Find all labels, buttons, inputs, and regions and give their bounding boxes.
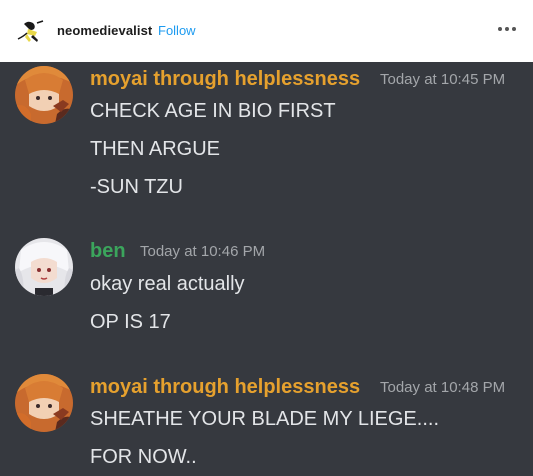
message-line: okay real actually [90, 273, 245, 295]
blog-username[interactable]: neomedievalist [57, 23, 152, 38]
message-timestamp: Today at 10:48 PM [380, 379, 506, 396]
message-author[interactable]: ben [90, 240, 126, 263]
blog-avatar[interactable] [15, 15, 47, 47]
message-author[interactable]: moyai through helplessness [90, 376, 360, 399]
message-author[interactable]: moyai through helplessness [90, 68, 360, 91]
anime-girl-avatar-icon [15, 374, 73, 432]
more-options-icon[interactable] [497, 22, 517, 36]
message-line: FOR NOW.. [90, 446, 197, 468]
anime-girl-avatar-icon [15, 66, 73, 124]
message-line: -SUN TZU [90, 176, 183, 198]
user-avatar[interactable] [15, 374, 73, 432]
message-line: CHECK AGE IN BIO FIRST [90, 100, 336, 122]
user-avatar[interactable] [15, 66, 73, 124]
message-timestamp: Today at 10:45 PM [380, 71, 506, 88]
message-timestamp: Today at 10:46 PM [140, 243, 266, 260]
message-line: SHEATHE YOUR BLADE MY LIEGE.... [90, 408, 439, 430]
user-avatar[interactable] [15, 238, 73, 296]
chat-screenshot: moyai through helplessness Today at 10:4… [0, 62, 533, 476]
post-header: neomedievalist Follow [0, 0, 533, 62]
message-line: OP IS 17 [90, 311, 171, 333]
blog-avatar-icon [15, 15, 47, 47]
white-hair-avatar-icon [15, 238, 73, 296]
message-line: THEN ARGUE [90, 138, 221, 160]
follow-button[interactable]: Follow [158, 23, 196, 38]
